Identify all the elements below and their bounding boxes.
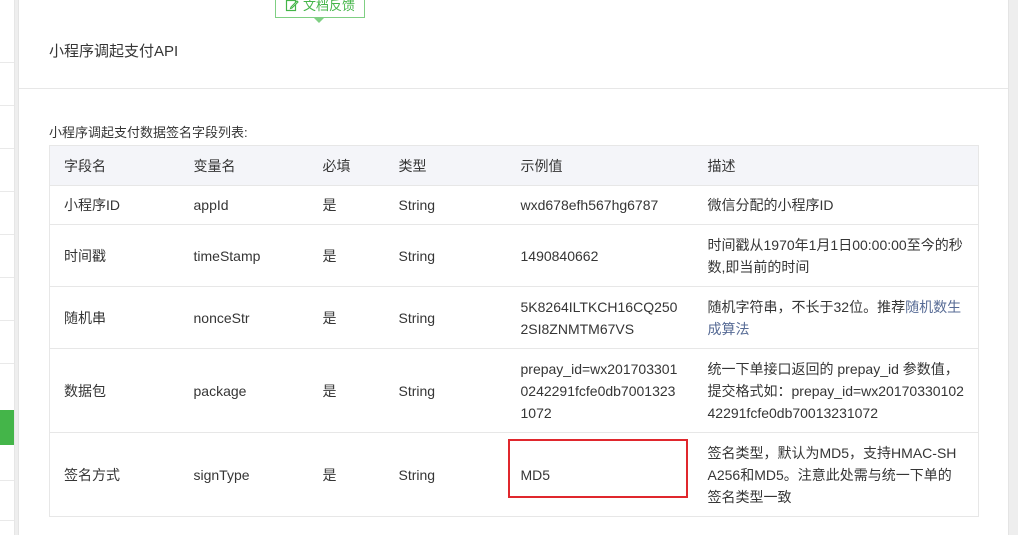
cell-example: 5K8264ILTKCH16CQ2502SI8ZNMTM67VS — [506, 286, 694, 349]
cell-desc: 统一下单接口返回的 prepay_id 参数值，提交格式如：prepay_id=… — [693, 348, 979, 433]
table-caption: 小程序调起支付数据签名字段列表: — [49, 125, 248, 140]
cell-var: signType — [179, 432, 309, 517]
cell-type: String — [384, 432, 507, 517]
sidebar-divider — [0, 320, 14, 321]
sidebar-divider — [0, 277, 14, 278]
page-title: 小程序调起支付API — [49, 43, 179, 60]
cell-var: timeStamp — [179, 224, 309, 287]
feedback-arrow — [314, 18, 324, 23]
feedback-label: 文档反馈 — [302, 0, 355, 13]
cell-type: String — [384, 286, 507, 349]
sidebar-divider — [0, 363, 14, 364]
feedback-button[interactable]: 文档反馈 — [275, 0, 365, 18]
cell-type: String — [384, 348, 507, 433]
cell-var: package — [179, 348, 309, 433]
table-row: 随机串 nonceStr 是 String 5K8264ILTKCH16CQ25… — [49, 286, 979, 349]
desc-text: 随机字符串，不长于32位。推荐 — [707, 298, 906, 315]
column-header: 类型 — [384, 145, 507, 186]
cell-field: 随机串 — [49, 286, 180, 349]
column-header: 示例值 — [506, 145, 694, 186]
doc-card: 小程序调起支付API 文档反馈 小程序调起支付数据签名字段列表: 字段名 变量名… — [18, 0, 1009, 535]
sidebar-active-item[interactable] — [0, 410, 14, 445]
column-header: 描述 — [693, 145, 979, 186]
cell-field: 数据包 — [49, 348, 180, 433]
sidebar-divider — [0, 148, 14, 149]
cell-field: 时间戳 — [49, 224, 180, 287]
cell-var: nonceStr — [179, 286, 309, 349]
desc-text: 时间戳从1970年1月1日00:00:00至今的秒数,即当前的时间 — [707, 236, 963, 275]
cell-type: String — [384, 224, 507, 287]
table-header-row: 字段名 变量名 必填 类型 示例值 描述 — [49, 145, 979, 186]
table-row: 数据包 package 是 String prepay_id=wx2017033… — [49, 348, 979, 433]
card-header: 小程序调起支付API — [19, 0, 1008, 89]
cell-example: MD5 — [506, 432, 694, 517]
sidebar-divider — [0, 520, 14, 521]
desc-text: 微信分配的小程序ID — [707, 197, 834, 213]
cell-required: 是 — [308, 224, 385, 287]
sidebar-divider — [0, 62, 14, 63]
cell-var: appId — [179, 185, 309, 225]
edit-icon — [285, 0, 299, 12]
desc-text: 统一下单接口返回的 prepay_id 参数值，提交格式如：prepay_id=… — [707, 360, 964, 421]
sidebar-divider — [0, 480, 14, 481]
column-header: 字段名 — [49, 145, 180, 186]
column-header: 变量名 — [179, 145, 309, 186]
cell-desc: 时间戳从1970年1月1日00:00:00至今的秒数,即当前的时间 — [693, 224, 979, 287]
cell-required: 是 — [308, 185, 385, 225]
sidebar-divider — [0, 234, 14, 235]
cell-required: 是 — [308, 348, 385, 433]
cell-required: 是 — [308, 286, 385, 349]
desc-text: 签名类型，默认为MD5，支持HMAC-SHA256和MD5。注意此处需与统一下单… — [707, 444, 957, 505]
sidebar-divider — [0, 105, 14, 106]
cell-required: 是 — [308, 432, 385, 517]
column-header: 必填 — [308, 145, 385, 186]
signature-fields-table: 字段名 变量名 必填 类型 示例值 描述 小程序ID appId 是 Strin… — [49, 145, 979, 517]
cell-field: 签名方式 — [49, 432, 180, 517]
cell-type: String — [384, 185, 507, 225]
cell-field: 小程序ID — [49, 185, 180, 225]
cell-example: wxd678efh567hg6787 — [506, 185, 694, 225]
cell-desc: 微信分配的小程序ID — [693, 185, 979, 225]
sidebar-divider — [0, 191, 14, 192]
cell-desc: 随机字符串，不长于32位。推荐随机数生成算法 — [693, 286, 979, 349]
table-row: 小程序ID appId 是 String wxd678efh567hg6787 … — [49, 185, 979, 225]
cell-desc: 签名类型，默认为MD5，支持HMAC-SHA256和MD5。注意此处需与统一下单… — [693, 432, 979, 517]
cell-example: prepay_id=wx2017033010242291fcfe0db70013… — [506, 348, 694, 433]
table-row: 签名方式 signType 是 String MD5 签名类型，默认为MD5，支… — [49, 432, 979, 517]
table-row: 时间戳 timeStamp 是 String 1490840662 时间戳从19… — [49, 224, 979, 287]
left-sidebar — [0, 0, 15, 535]
cell-example: 1490840662 — [506, 224, 694, 287]
